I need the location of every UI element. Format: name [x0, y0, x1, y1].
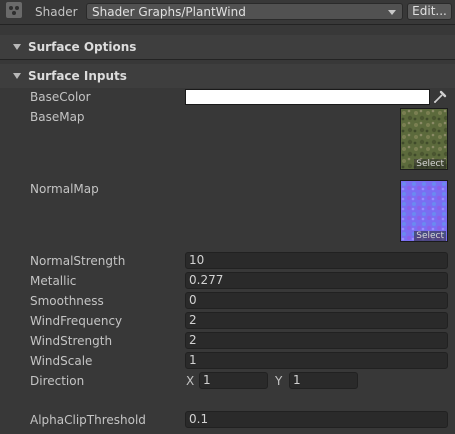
surface-inputs-title: Surface Inputs — [28, 69, 127, 83]
alpha-clip-threshold-label: AlphaClipThreshold — [30, 413, 146, 427]
eyedropper-icon[interactable] — [432, 88, 448, 106]
wind-frequency-field[interactable]: 2 — [185, 312, 448, 329]
base-color-swatch[interactable] — [185, 89, 430, 105]
direction-label: Direction — [30, 374, 85, 388]
direction-y-label: Y — [275, 374, 283, 388]
wind-scale-field[interactable]: 1 — [185, 352, 448, 369]
normal-strength-field[interactable]: 10 — [185, 252, 448, 269]
base-map-texture[interactable]: Select — [400, 108, 448, 170]
wind-strength-field[interactable]: 2 — [185, 332, 448, 349]
shader-label: Shader — [35, 5, 78, 19]
wind-frequency-label: WindFrequency — [30, 314, 123, 328]
alpha-clip-threshold-field[interactable]: 0.1 — [185, 411, 448, 428]
direction-x-label: X — [186, 374, 195, 388]
normal-map-texture[interactable]: Select — [400, 180, 448, 242]
direction-x-field[interactable]: 1 — [199, 372, 268, 389]
triangle-down-icon — [13, 44, 21, 50]
chevron-down-icon — [388, 10, 396, 15]
surface-options-title: Surface Options — [28, 40, 137, 54]
base-color-label: BaseColor — [30, 90, 91, 104]
normal-map-select-button[interactable]: Select — [414, 231, 446, 241]
smoothness-field[interactable]: 0 — [185, 292, 448, 309]
shader-icon — [2, 0, 26, 20]
divider — [0, 59, 455, 60]
normal-strength-label: NormalStrength — [30, 254, 126, 268]
direction-y-field[interactable]: 1 — [289, 372, 358, 389]
surface-inputs-foldout[interactable]: Surface Inputs — [0, 64, 455, 88]
edit-button[interactable]: Edit... — [407, 3, 452, 20]
surface-options-foldout[interactable]: Surface Options — [0, 35, 455, 59]
metallic-field[interactable]: 0.277 — [185, 272, 448, 289]
divider — [0, 24, 455, 25]
metallic-label: Metallic — [30, 274, 77, 288]
wind-strength-label: WindStrength — [30, 334, 113, 348]
wind-scale-label: WindScale — [30, 354, 93, 368]
shader-dropdown[interactable]: Shader Graphs/PlantWind — [86, 3, 403, 20]
base-map-select-button[interactable]: Select — [414, 159, 446, 169]
shader-row: Shader Shader Graphs/PlantWind Edit... — [0, 0, 455, 24]
triangle-down-icon — [13, 73, 21, 79]
normal-map-label: NormalMap — [30, 182, 99, 196]
shader-dropdown-value: Shader Graphs/PlantWind — [92, 5, 246, 19]
smoothness-label: Smoothness — [30, 294, 104, 308]
base-map-label: BaseMap — [30, 110, 85, 124]
